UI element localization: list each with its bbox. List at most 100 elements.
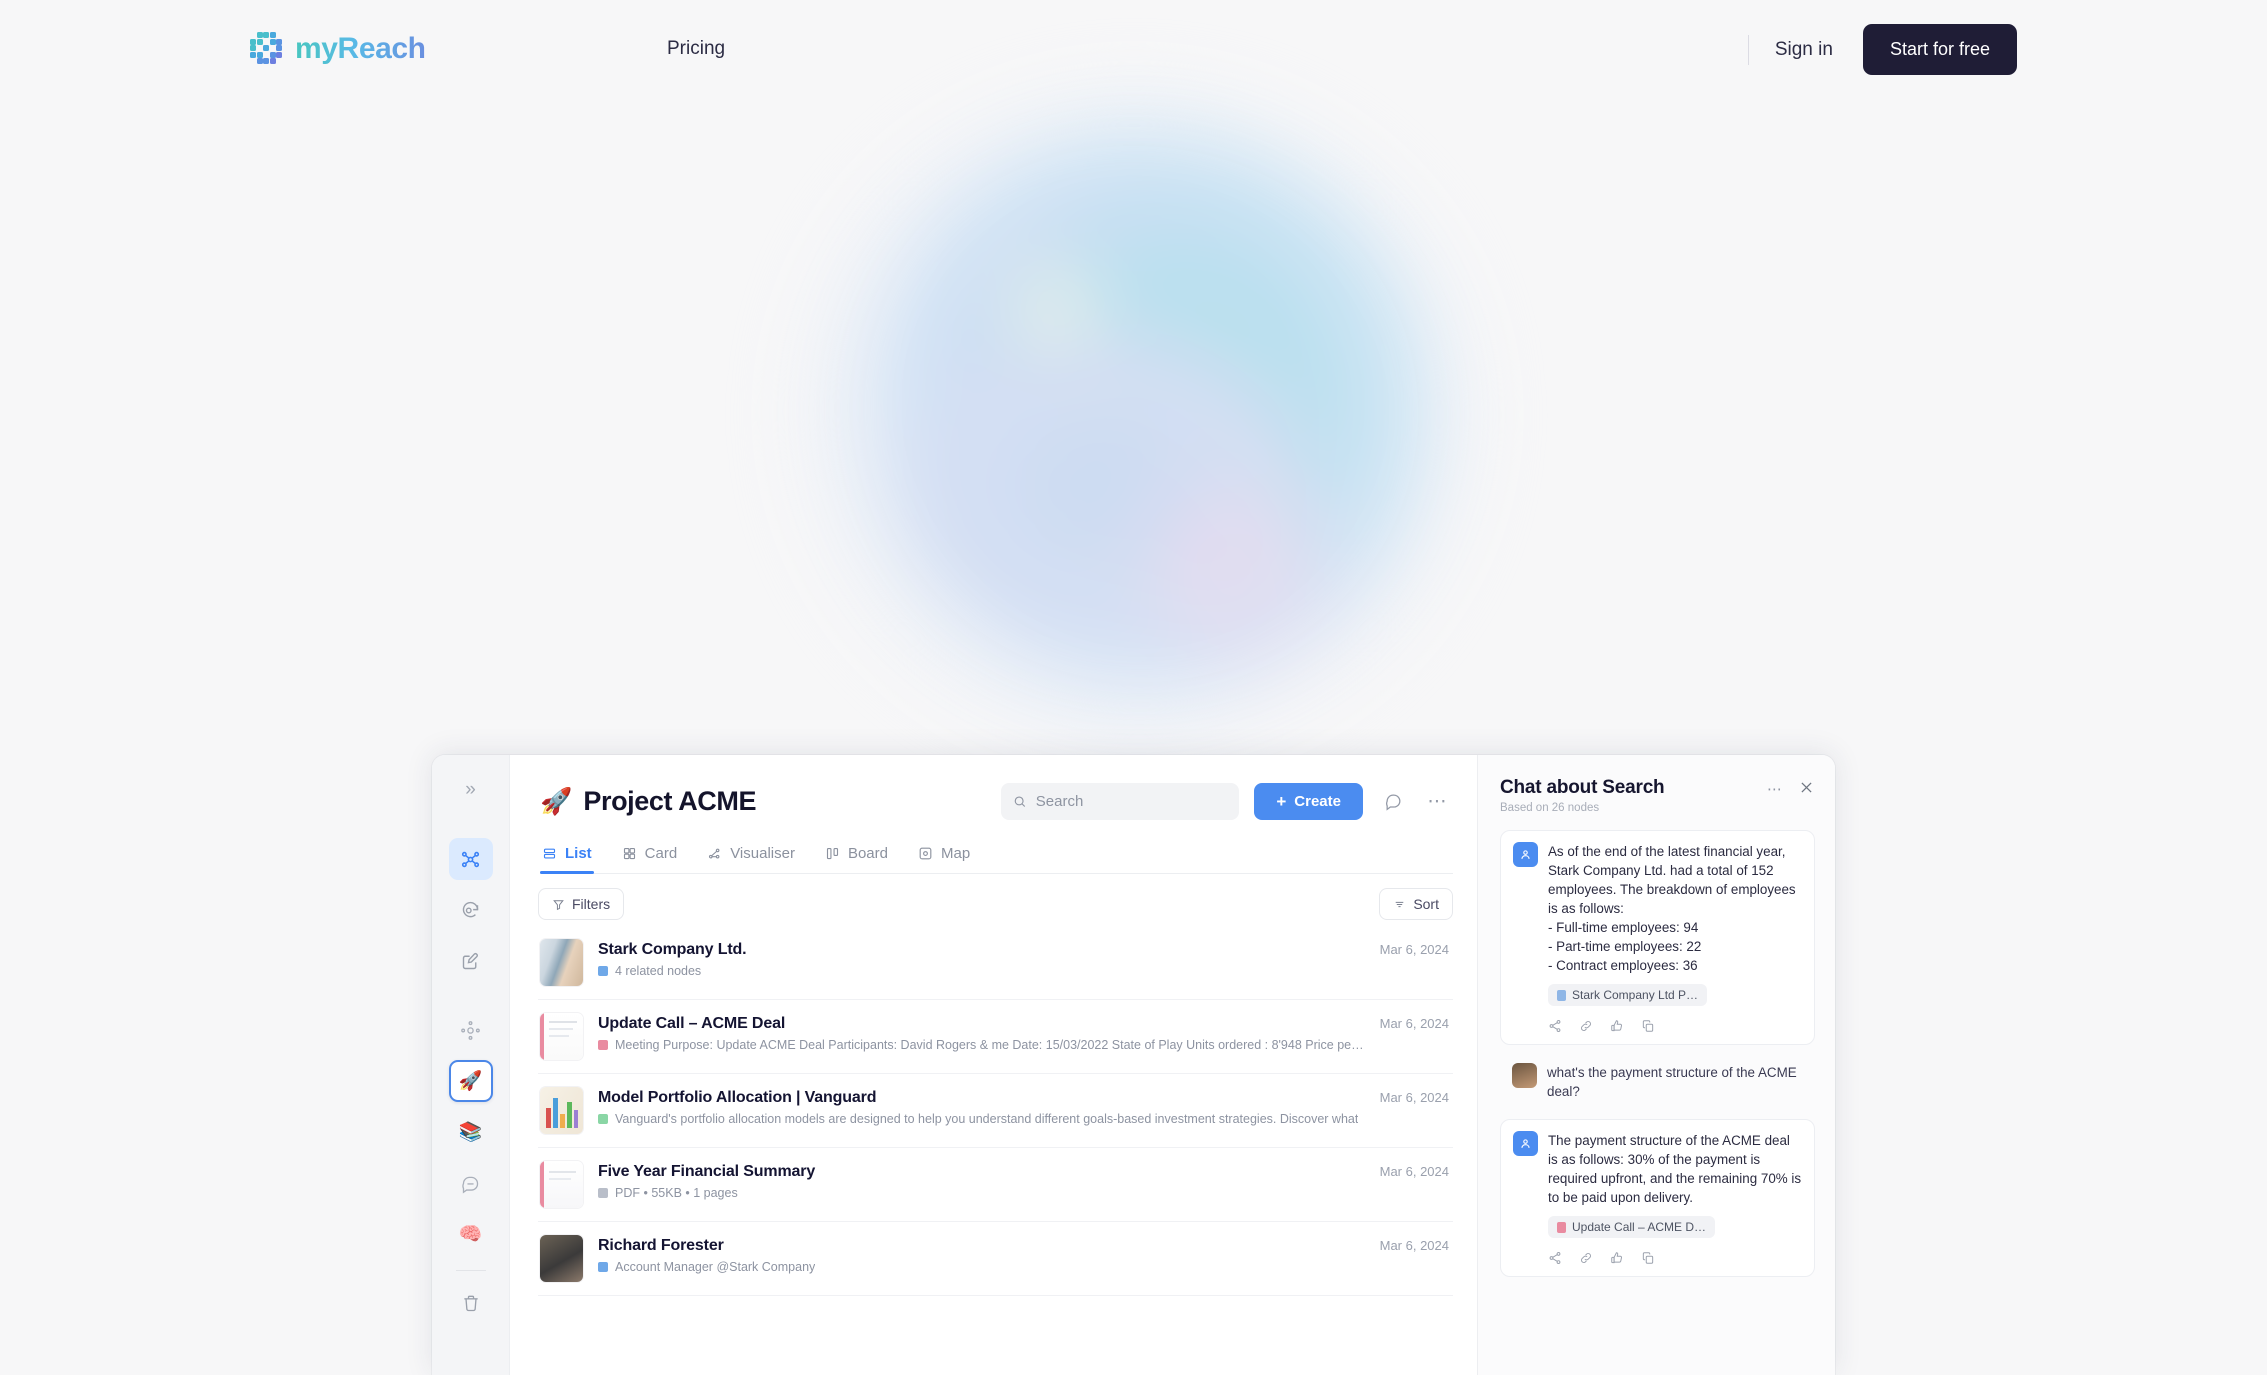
search-input[interactable] xyxy=(1035,792,1228,810)
source-chip[interactable]: Stark Company Ltd P… xyxy=(1548,984,1708,1007)
row-date: Mar 6, 2024 xyxy=(1379,1164,1449,1179)
start-for-free-button[interactable]: Start for free xyxy=(1862,24,2017,75)
tab-card-label: Card xyxy=(644,845,678,862)
sign-in-link[interactable]: Sign in xyxy=(1775,39,1833,61)
create-button-label: Create xyxy=(1294,792,1341,810)
close-icon[interactable] xyxy=(1798,779,1815,799)
table-row[interactable]: Update Call – ACME Deal Meeting Purpose: … xyxy=(538,1000,1453,1074)
row-subtitle: Vanguard's portfolio allocation models a… xyxy=(598,1112,1366,1126)
row-thumbnail xyxy=(540,1161,583,1208)
chat-bubble-icon xyxy=(462,1176,479,1194)
chat-toggle-icon[interactable] xyxy=(1378,786,1408,816)
sidebar-item-project-acme[interactable]: 🚀 xyxy=(448,1060,493,1102)
tab-card[interactable]: Card xyxy=(622,845,678,873)
tab-board[interactable]: Board xyxy=(825,845,888,873)
sidebar-item-library[interactable]: 📚 xyxy=(449,1111,493,1153)
row-body: Richard Forester Account Manager @Stark C… xyxy=(598,1235,1366,1274)
link-icon[interactable] xyxy=(1579,1251,1593,1265)
history-icon xyxy=(462,901,479,917)
message-body: The payment structure of the ACME deal i… xyxy=(1548,1131,1802,1265)
message-actions xyxy=(1548,1019,1802,1033)
chat-subtitle: Based on 26 nodes xyxy=(1500,802,1600,814)
row-type-color xyxy=(598,1114,608,1124)
thumbs-up-icon[interactable] xyxy=(1610,1019,1624,1033)
tab-map[interactable]: Map xyxy=(918,845,970,873)
nav-item-pricing[interactable]: Pricing xyxy=(667,38,725,60)
filters-button[interactable]: Filters xyxy=(538,888,625,920)
table-row[interactable]: Richard Forester Account Manager @Stark C… xyxy=(538,1222,1453,1296)
sidebar-item-brain[interactable]: 🧠 xyxy=(449,1213,493,1255)
chat-title: Chat about Search xyxy=(1500,777,1665,798)
sidebar-item-network[interactable] xyxy=(449,1009,493,1051)
filters-label: Filters xyxy=(572,896,611,912)
list-icon xyxy=(543,848,556,859)
search-box[interactable] xyxy=(1001,782,1240,820)
thumbs-up-icon[interactable] xyxy=(1610,1251,1624,1265)
brand-name: myReach xyxy=(295,32,426,65)
nav-actions: Sign in Start for free xyxy=(1747,24,2017,75)
row-type-color xyxy=(598,1262,608,1272)
tab-list-label: List xyxy=(565,845,592,862)
row-date: Mar 6, 2024 xyxy=(1379,1016,1449,1031)
table-row[interactable]: Stark Company Ltd. 4 related nodes Mar 6, … xyxy=(538,926,1453,1000)
card-icon xyxy=(623,847,635,860)
content-header: 🚀 Project ACME + Create ⋯ xyxy=(510,755,1477,874)
table-row[interactable]: Five Year Financial Summary PDF • 55KB • … xyxy=(538,1148,1453,1222)
row-type-color xyxy=(598,966,608,976)
trash-icon xyxy=(463,1295,478,1312)
comment-icon xyxy=(1385,794,1400,811)
chip-label: Update Call – ACME D… xyxy=(1572,1220,1707,1235)
share-icon[interactable] xyxy=(1548,1019,1562,1033)
row-type-color xyxy=(598,1040,608,1050)
link-icon[interactable] xyxy=(1579,1019,1593,1033)
row-subtitle: PDF • 55KB • 1 pages xyxy=(598,1186,1366,1200)
copy-icon[interactable] xyxy=(1641,1019,1655,1033)
chat-message-assistant: As of the end of the latest financial ye… xyxy=(1500,830,1815,1046)
row-date: Mar 6, 2024 xyxy=(1379,942,1449,957)
source-chip[interactable]: Update Call – ACME D… xyxy=(1548,1216,1716,1239)
row-date: Mar 6, 2024 xyxy=(1379,1238,1449,1253)
table-row[interactable]: Model Portfolio Allocation | Vanguard Van… xyxy=(538,1074,1453,1148)
row-subtitle-text: PDF • 55KB • 1 pages xyxy=(615,1186,738,1200)
left-icon-rail: » 🚀 📚 🧠 xyxy=(432,755,510,1375)
row-thumbnail xyxy=(540,1013,583,1060)
graph-icon xyxy=(461,851,480,867)
sidebar-item-graph[interactable] xyxy=(448,838,493,880)
edit-note-icon xyxy=(462,952,478,969)
sidebar-expand-icon[interactable]: » xyxy=(449,769,493,811)
sidebar-item-history[interactable] xyxy=(449,889,493,931)
sort-button[interactable]: Sort xyxy=(1379,888,1453,920)
chat-header: Chat about Search Based on 26 nodes ⋯ xyxy=(1500,777,1815,814)
row-title: Five Year Financial Summary xyxy=(598,1163,816,1180)
sidebar-item-edit-note[interactable] xyxy=(449,940,493,982)
avatar xyxy=(1512,1063,1537,1089)
tab-visualiser[interactable]: Visualiser xyxy=(707,845,795,873)
board-icon xyxy=(826,847,839,860)
blob-layer-1 xyxy=(793,92,1474,742)
row-title: Stark Company Ltd. xyxy=(598,941,747,958)
brand-logo[interactable]: myReach xyxy=(250,32,426,66)
sidebar-item-trash[interactable] xyxy=(449,1282,493,1324)
assistant-avatar xyxy=(1513,842,1538,867)
tab-list[interactable]: List xyxy=(540,845,594,874)
chip-color xyxy=(1557,1221,1566,1233)
share-icon[interactable] xyxy=(1548,1251,1562,1265)
chat-message-user: what's the payment structure of the ACME… xyxy=(1500,1059,1815,1105)
network-icon xyxy=(461,1020,480,1040)
tab-visualiser-label: Visualiser xyxy=(730,845,795,862)
page-title: Project ACME xyxy=(583,785,757,816)
blob-highlight xyxy=(993,252,1114,362)
create-button[interactable]: + Create xyxy=(1254,782,1363,820)
more-options-icon[interactable]: ⋯ xyxy=(1423,786,1453,816)
assistant-avatar xyxy=(1513,1131,1538,1157)
tab-map-label: Map xyxy=(940,845,971,862)
chat-messages: As of the end of the latest financial ye… xyxy=(1500,830,1815,1278)
row-title: Model Portfolio Allocation | Vanguard xyxy=(598,1089,877,1106)
chat-more-icon[interactable]: ⋯ xyxy=(1767,782,1784,797)
copy-icon[interactable] xyxy=(1641,1251,1655,1265)
sidebar-item-chat[interactable] xyxy=(449,1162,493,1204)
row-thumbnail xyxy=(540,1235,583,1282)
app-window-preview: » 🚀 📚 🧠 🚀 Project ACME Search + Create ⋯… xyxy=(432,755,1835,1375)
rocket-icon: 🚀 xyxy=(540,785,573,816)
tab-board-label: Board xyxy=(847,845,888,862)
